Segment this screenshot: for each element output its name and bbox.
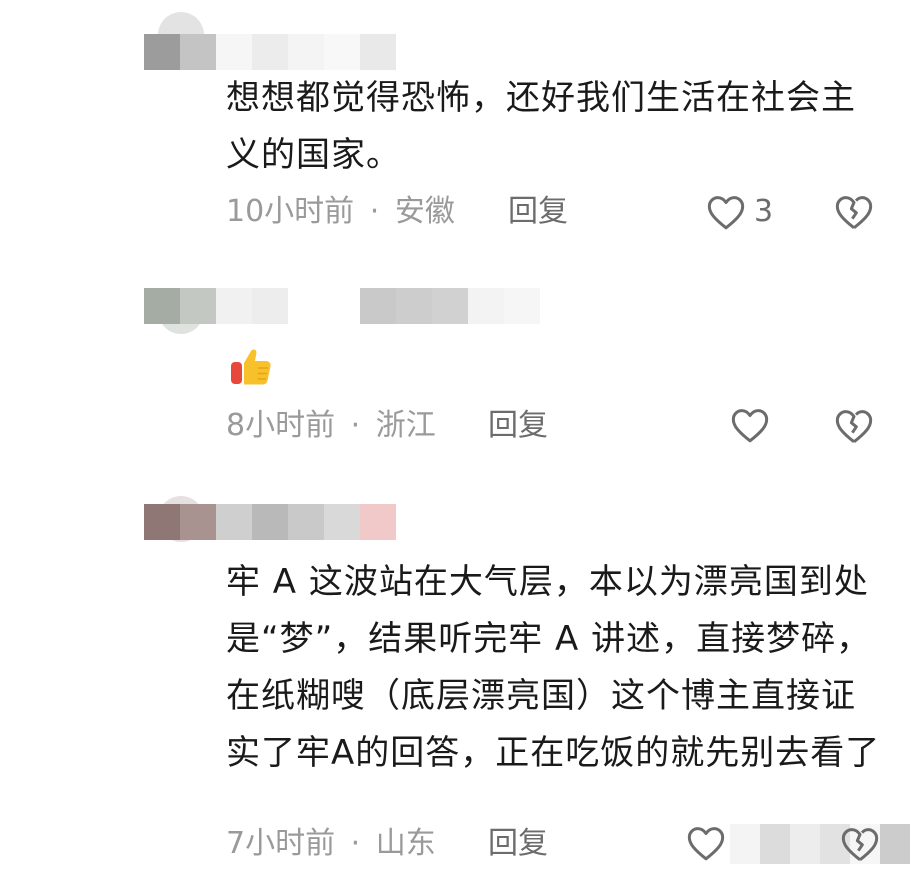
broken-heart-icon[interactable] [834, 193, 874, 231]
like-button[interactable]: 3 [706, 192, 773, 232]
comment-item: 牢 A 这波站在大气层，本以为漂亮国到处是“梦”，结果听完牢 A 讲述，直接梦碎… [0, 490, 922, 876]
like-button[interactable] [730, 406, 770, 444]
comment-item: 想想都觉得恐怖，还好我们生活在社会主义的国家。 10小时前 · 安徽 回复 3 [0, 0, 922, 250]
heart-outline-icon [706, 193, 746, 231]
comment-meta: 10小时前 · 安徽 [226, 192, 455, 232]
comment-meta: 7小时前 · 山东 [226, 824, 436, 864]
watermark-blurred [730, 824, 910, 864]
comment-location: 浙江 [375, 408, 436, 443]
reply-button[interactable]: 回复 [488, 824, 548, 864]
comment-text: 想想都觉得恐怖，还好我们生活在社会主义的国家。 [226, 78, 856, 175]
broken-heart-icon[interactable] [840, 825, 880, 863]
meta-separator: · [350, 408, 361, 443]
like-button[interactable] [686, 824, 726, 862]
comment-location: 安徽 [394, 194, 455, 229]
comment-time: 10小时前 [226, 194, 355, 229]
username-blurred[interactable] [144, 504, 396, 540]
comment-location: 山东 [375, 826, 436, 861]
reply-button[interactable]: 回复 [488, 406, 548, 446]
comment-time: 8小时前 [226, 408, 336, 443]
username-blurred[interactable] [144, 288, 540, 324]
meta-separator: · [350, 826, 361, 861]
comment-meta: 8小时前 · 浙江 [226, 406, 436, 446]
comment-time: 7小时前 [226, 826, 336, 861]
thumbs-up-emoji [228, 342, 274, 388]
comment-item: 8小时前 · 浙江 回复 [0, 270, 922, 470]
username-blurred[interactable] [144, 34, 396, 70]
heart-outline-icon [686, 824, 726, 862]
reply-button[interactable]: 回复 [508, 192, 568, 232]
heart-outline-icon [730, 406, 770, 444]
meta-separator: · [369, 194, 380, 229]
like-count: 3 [754, 194, 774, 229]
broken-heart-icon[interactable] [834, 407, 874, 445]
comment-text: 牢 A 这波站在大气层，本以为漂亮国到处是“梦”，结果听完牢 A 讲述，直接梦碎… [226, 562, 881, 773]
